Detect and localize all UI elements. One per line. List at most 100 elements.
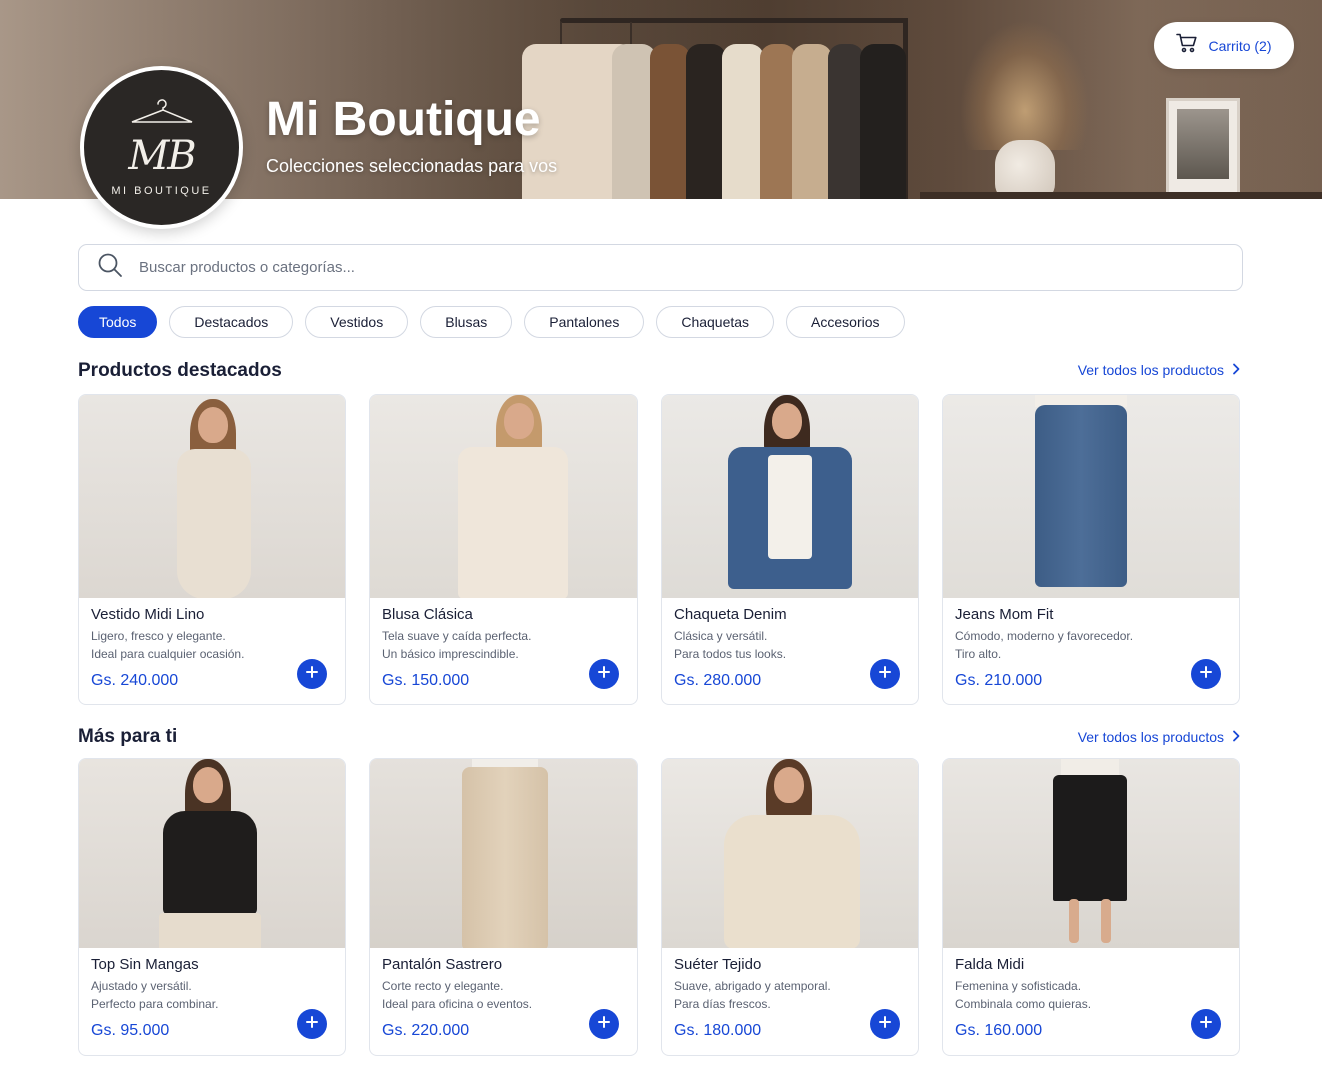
garment (650, 44, 690, 199)
product-name: Falda Midi (955, 956, 1025, 973)
category-filters: Todos Destacados Vestidos Blusas Pantalo… (78, 306, 905, 338)
store-subtitle: Colecciones seleccionadas para vos (266, 156, 558, 176)
search-input[interactable] (139, 259, 1219, 276)
filter-chip-vestidos[interactable]: Vestidos (305, 306, 409, 338)
plus-icon (879, 1015, 891, 1033)
plus-icon (879, 665, 891, 683)
product-description: Clásica y versátil. (674, 629, 768, 643)
plus-icon (1200, 1015, 1212, 1033)
product-image (370, 395, 637, 598)
store-logo: MB MI BOUTIQUE (80, 66, 243, 229)
filter-chip-blusas[interactable]: Blusas (420, 306, 513, 338)
garment (828, 44, 864, 199)
search-icon (97, 252, 123, 283)
picture-frame (1166, 98, 1240, 196)
add-to-cart-button[interactable] (870, 1009, 900, 1039)
product-price: Gs. 220.000 (382, 1022, 470, 1039)
product-price: Gs. 240.000 (91, 672, 179, 689)
product-card[interactable]: Suéter Tejido Suave, abrigado y atempora… (661, 758, 919, 1056)
product-image (662, 395, 918, 598)
product-card[interactable]: Vestido Midi Lino Ligero, fresco y elega… (78, 394, 346, 705)
product-image (943, 759, 1239, 948)
see-all-link-featured[interactable]: Ver todos los productos (1078, 362, 1240, 378)
product-price: Gs. 95.000 (91, 1022, 170, 1039)
product-card[interactable]: Blusa Clásica Tela suave y caída perfect… (369, 394, 638, 705)
product-image (370, 759, 637, 948)
product-name: Jeans Mom Fit (955, 606, 1054, 623)
product-description: Perfecto para combinar. (91, 997, 219, 1011)
product-price: Gs. 180.000 (674, 1022, 762, 1039)
cart-label: Carrito (2) (1208, 37, 1272, 54)
product-card[interactable]: Jeans Mom Fit Cómodo, moderno y favorece… (942, 394, 1240, 705)
store-title: Mi Boutique (266, 93, 541, 146)
product-description: Femenina y sofisticada. (955, 979, 1082, 993)
product-description: Combinala como quieras. (955, 997, 1092, 1011)
garment (792, 44, 832, 199)
product-card[interactable]: Chaqueta Denim Clásica y versátil. Para … (661, 394, 919, 705)
add-to-cart-button[interactable] (1191, 659, 1221, 689)
search-bar[interactable] (78, 244, 1243, 291)
see-all-label: Ver todos los productos (1077, 362, 1224, 378)
hanger-icon (130, 98, 194, 129)
product-description: Para todos tus looks. (674, 647, 787, 661)
product-name: Vestido Midi Lino (91, 606, 205, 623)
product-image (662, 759, 918, 948)
product-price: Gs. 150.000 (382, 672, 470, 689)
logo-text: MI BOUTIQUE (111, 185, 212, 197)
garment (686, 44, 726, 199)
chevron-right-icon (1232, 362, 1240, 378)
product-description: Suave, abrigado y atemporal. (674, 979, 831, 993)
plus-icon (598, 665, 610, 683)
filter-chip-accesorios[interactable]: Accesorios (786, 306, 905, 338)
product-image (79, 759, 345, 948)
add-to-cart-button[interactable] (297, 1009, 327, 1039)
logo-monogram: MB (128, 133, 196, 179)
product-description: Tela suave y caída perfecta. (382, 629, 532, 643)
picture-frame-photo (1177, 109, 1229, 179)
section-title-featured: Productos destacados (78, 360, 282, 381)
shelf (920, 192, 1322, 199)
product-description: Ligero, fresco y elegante. (91, 629, 226, 643)
product-image (943, 395, 1239, 598)
add-to-cart-button[interactable] (589, 659, 619, 689)
product-description: Un básico imprescindible. (382, 647, 519, 661)
filter-chip-pantalones[interactable]: Pantalones (524, 306, 645, 338)
product-price: Gs. 280.000 (674, 672, 762, 689)
product-name: Pantalón Sastrero (382, 956, 503, 973)
plus-icon (306, 665, 318, 683)
garment (760, 44, 796, 199)
garment (860, 44, 906, 199)
product-image (79, 395, 345, 598)
product-description: Ideal para oficina o eventos. (382, 997, 533, 1011)
clothing-rack (560, 18, 908, 23)
product-card[interactable]: Top Sin Mangas Ajustado y versátil. Perf… (78, 758, 346, 1056)
hanger (560, 22, 562, 46)
plus-icon (1200, 665, 1212, 683)
product-card[interactable]: Pantalón Sastrero Corte recto y elegante… (369, 758, 638, 1056)
dried-plant (960, 20, 1090, 150)
add-to-cart-button[interactable] (870, 659, 900, 689)
cart-button[interactable]: Carrito (2) (1154, 22, 1294, 69)
see-all-link-more[interactable]: Ver todos los productos (1078, 729, 1240, 745)
garment (722, 44, 764, 199)
add-to-cart-button[interactable] (1191, 1009, 1221, 1039)
cart-icon (1176, 33, 1198, 58)
product-name: Suéter Tejido (674, 956, 762, 973)
product-description: Corte recto y elegante. (382, 979, 504, 993)
product-price: Gs. 160.000 (955, 1022, 1043, 1039)
plus-icon (598, 1015, 610, 1033)
product-card[interactable]: Falda Midi Femenina y sofisticada. Combi… (942, 758, 1240, 1056)
filter-chip-chaquetas[interactable]: Chaquetas (656, 306, 775, 338)
product-description: Para días frescos. (674, 997, 771, 1011)
filter-chip-destacados[interactable]: Destacados (169, 306, 294, 338)
hanger (630, 22, 632, 46)
chevron-right-icon (1232, 729, 1240, 745)
filter-chip-todos[interactable]: Todos (78, 306, 158, 338)
product-description: Tiro alto. (955, 647, 1002, 661)
see-all-label: Ver todos los productos (1077, 729, 1224, 745)
add-to-cart-button[interactable] (297, 659, 327, 689)
product-name: Chaqueta Denim (674, 606, 787, 623)
section-title-more: Más para ti (78, 726, 178, 747)
product-description: Ideal para cualquier ocasión. (91, 647, 245, 661)
add-to-cart-button[interactable] (589, 1009, 619, 1039)
